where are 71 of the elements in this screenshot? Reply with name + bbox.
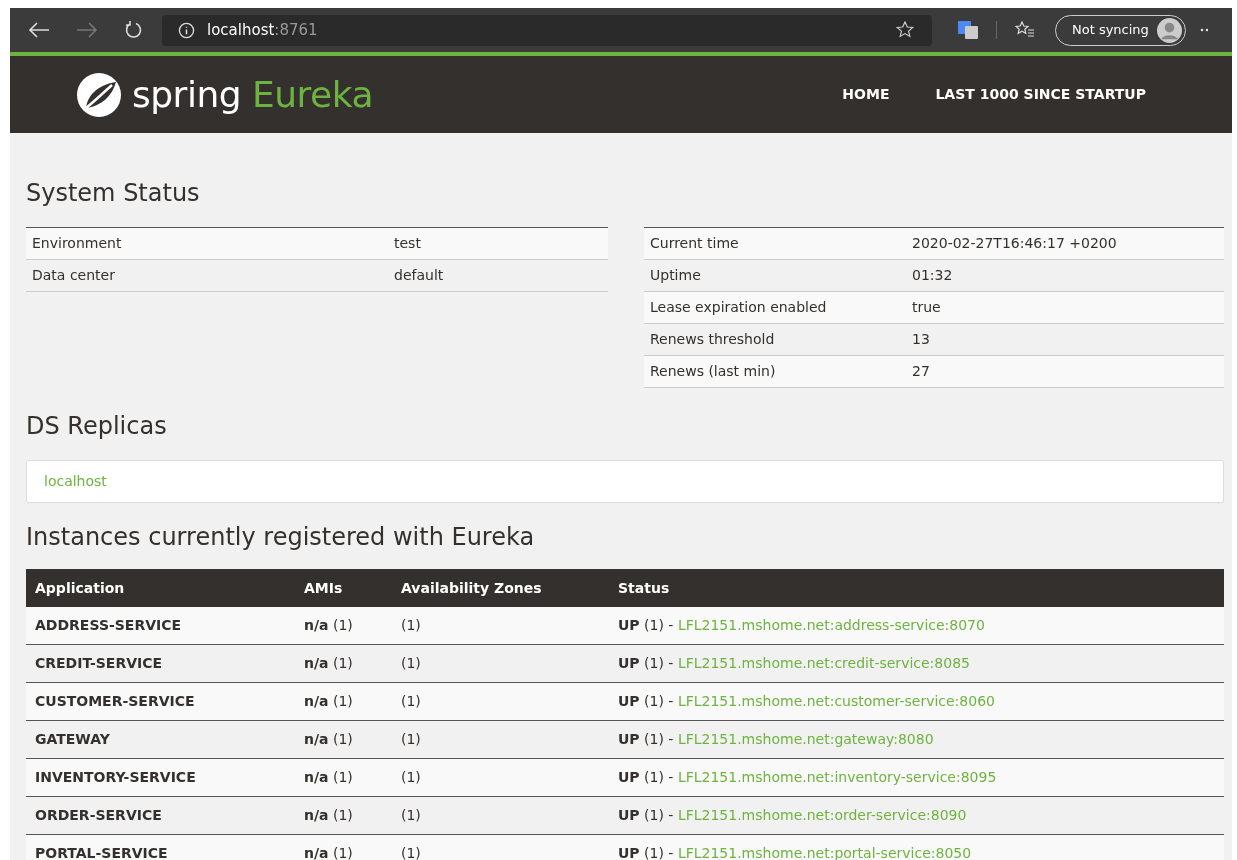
table-cell-text: Environment xyxy=(31,234,123,253)
instance-link[interactable]: LFL2151.mshome.net:inventory-service:8095 xyxy=(677,769,997,785)
table-cell-text: (1) xyxy=(401,768,422,787)
table-cell-text: n/a (1) xyxy=(304,654,354,673)
table-cell-text: UP (1) - LFL2151.mshome.net:credit-service:8085 xyxy=(618,654,970,673)
replica-link[interactable]: localhost xyxy=(44,471,1206,492)
table-cell-text: n/a (1) xyxy=(304,844,354,860)
table-cell-text: 27 xyxy=(911,362,930,381)
table-cell-text: (1) xyxy=(401,654,422,673)
nav-link[interactable]: HOME xyxy=(842,84,890,105)
table-cell-text: n/a (1) xyxy=(304,616,354,635)
instance-link[interactable]: LFL2151.mshome.net:order-service:8090 xyxy=(677,807,967,823)
table-cell-text: 13 xyxy=(911,330,930,349)
column-header: Status xyxy=(618,578,670,598)
table-cell-text: test xyxy=(393,234,421,253)
table-cell-text: Uptime xyxy=(649,266,702,285)
table-cell-text: UP (1) - LFL2151.mshome.net:customer-service:8060 xyxy=(618,692,995,711)
refresh-icon[interactable] xyxy=(124,20,144,40)
table-cell-text: CUSTOMER-SERVICE xyxy=(34,692,196,711)
translate-icon[interactable] xyxy=(958,21,978,39)
table-cell-text: UP (1) - LFL2151.mshome.net:portal-service:8050 xyxy=(618,844,972,860)
section-heading: DS Replicas xyxy=(26,411,168,442)
table-cell-text: ADDRESS-SERVICE xyxy=(34,616,183,635)
table-cell-text: n/a (1) xyxy=(304,730,354,749)
table-cell-text: Data center xyxy=(31,266,116,285)
table-cell-text: (1) xyxy=(401,806,422,825)
table-cell-text: n/a (1) xyxy=(304,806,354,825)
info-icon xyxy=(178,21,195,39)
table-cell-text: default xyxy=(393,266,444,285)
table-cell-text: n/a (1) xyxy=(304,692,354,711)
table-cell-text: (1) xyxy=(401,616,422,635)
instance-link[interactable]: LFL2151.mshome.net:customer-service:8060 xyxy=(677,693,995,709)
favorites-icon[interactable] xyxy=(1015,21,1035,39)
section-heading: System Status xyxy=(26,178,201,209)
table-cell-text: GATEWAY xyxy=(34,730,111,749)
table-cell-text: (1) xyxy=(401,692,422,711)
table-cell-text: ORDER-SERVICE xyxy=(34,806,163,825)
address-bar[interactable]: localhost:8761 xyxy=(162,14,932,46)
table-cell-text: Renews (last min) xyxy=(649,362,777,381)
table-cell-text: (1) xyxy=(401,730,422,749)
table-cell-text: UP (1) - LFL2151.mshome.net:inventory-service:8095 xyxy=(618,768,997,787)
table-cell-text: CREDIT-SERVICE xyxy=(34,654,164,673)
forward-icon[interactable] xyxy=(76,22,98,38)
more-icon[interactable] xyxy=(1199,28,1208,32)
column-header: Availability Zones xyxy=(401,578,543,598)
table-cell-text: PORTAL-SERVICE xyxy=(34,844,169,860)
instance-link[interactable]: LFL2151.mshome.net:credit-service:8085 xyxy=(677,655,970,671)
column-header: Application xyxy=(34,578,126,598)
instance-link[interactable]: LFL2151.mshome.net:address-service:8070 xyxy=(677,617,985,633)
table-cell-text: 2020-02-27T16:46:17 +0200 xyxy=(911,234,1117,253)
avatar-icon xyxy=(1156,17,1182,43)
section-heading: Instances currently registered with Eureka xyxy=(26,522,536,553)
url-text: localhost:8761 xyxy=(207,19,318,41)
brand-logo: spring Eureka xyxy=(132,76,374,113)
nav-link[interactable]: LAST 1000 SINCE STARTUP xyxy=(935,84,1146,105)
table-cell-text: Renews threshold xyxy=(649,330,776,349)
instance-link[interactable]: LFL2151.mshome.net:portal-service:8050 xyxy=(677,845,972,860)
table-cell-text: INVENTORY-SERVICE xyxy=(34,768,197,787)
table-cell-text: 01:32 xyxy=(911,266,953,285)
column-header: AMIs xyxy=(304,578,344,598)
table-cell-text: UP (1) - LFL2151.mshome.net:gateway:8080 xyxy=(618,730,934,749)
table-cell-text: (1) xyxy=(401,844,422,860)
table-cell-text: UP (1) - LFL2151.mshome.net:address-service:8070 xyxy=(618,616,985,635)
table-cell-text: n/a (1) xyxy=(304,768,354,787)
instance-link[interactable]: LFL2151.mshome.net:gateway:8080 xyxy=(677,731,934,747)
add-favorite-icon[interactable] xyxy=(896,21,916,39)
table-cell-text: true xyxy=(911,298,941,317)
back-icon[interactable] xyxy=(28,22,50,38)
table-cell-text: Lease expiration enabled xyxy=(649,298,828,317)
table-cell-text: UP (1) - LFL2151.mshome.net:order-service:8090 xyxy=(618,806,967,825)
table-cell-text: Current time xyxy=(649,234,740,253)
